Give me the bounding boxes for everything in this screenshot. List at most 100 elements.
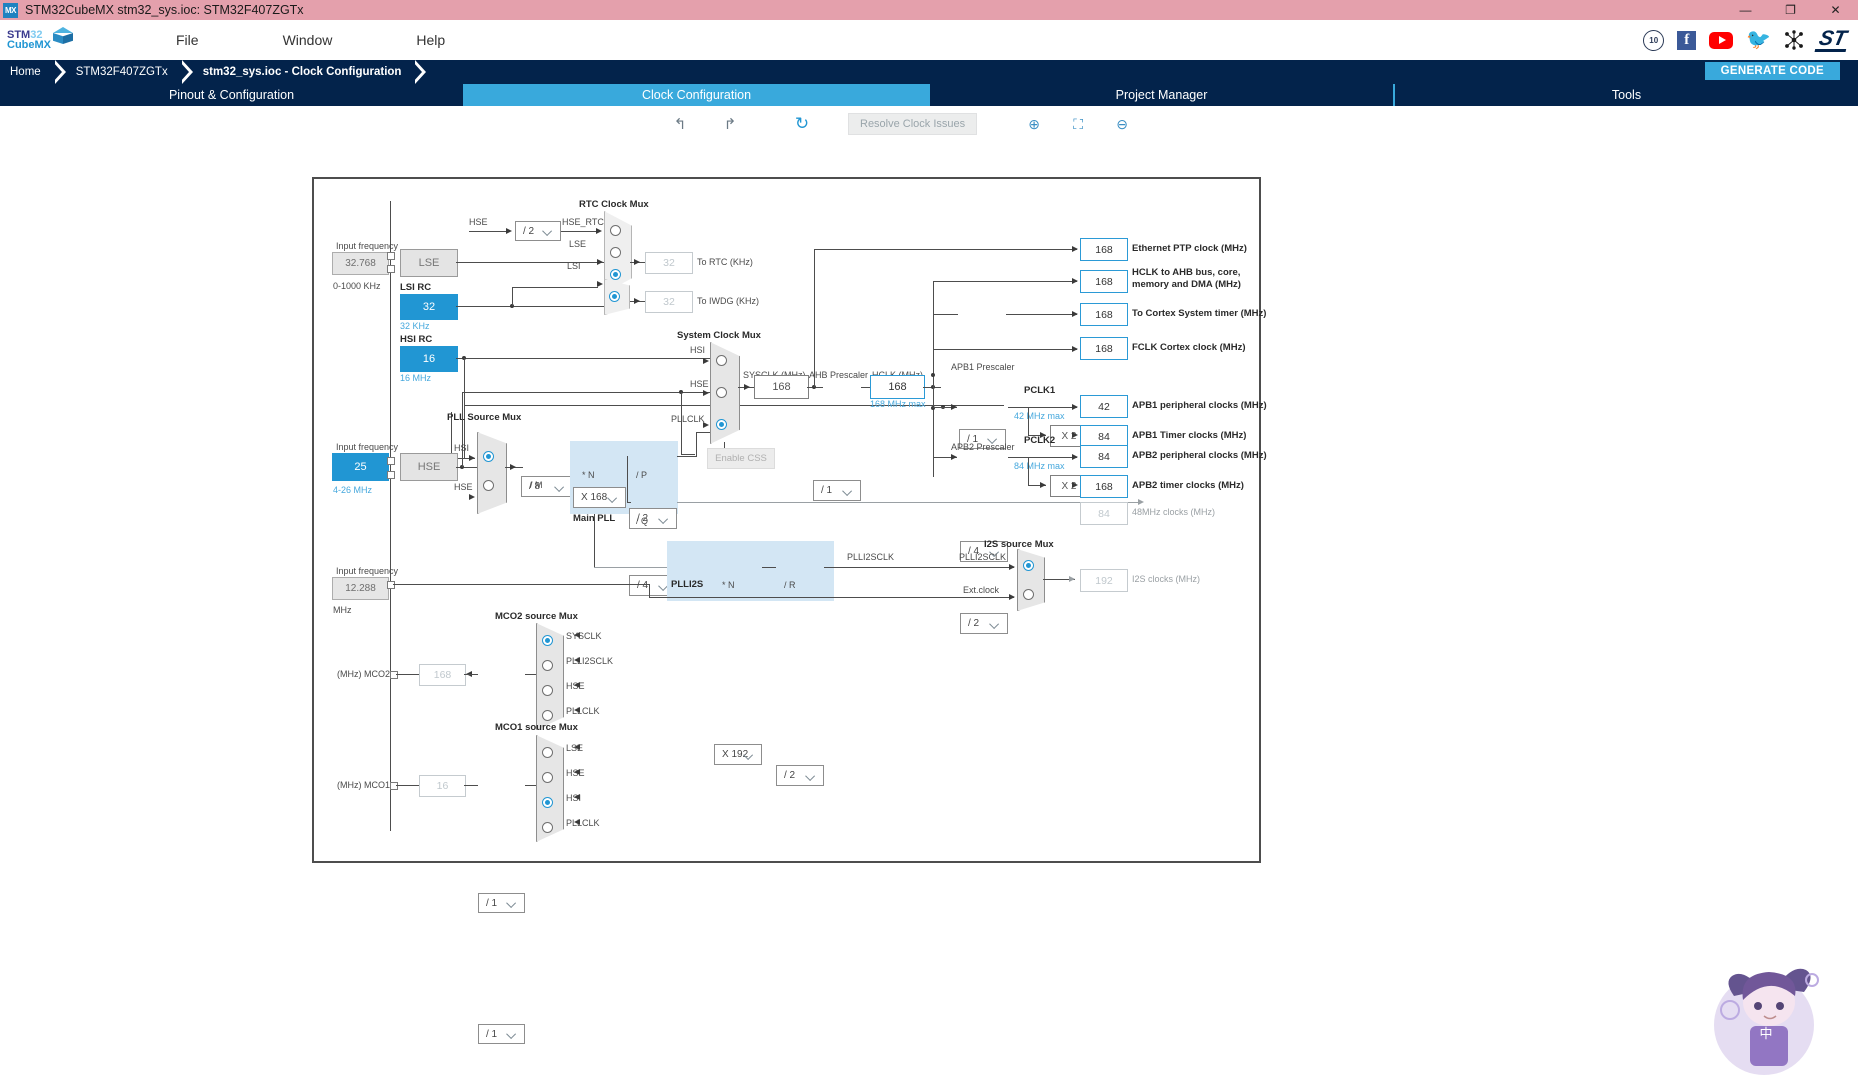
breadcrumb-label: STM32F407ZGTx: [75, 66, 168, 78]
mco2-divider-select[interactable]: / 1: [478, 893, 525, 913]
youtube-icon[interactable]: [1709, 31, 1734, 49]
sysmux-option-pllclk[interactable]: [716, 419, 727, 430]
output-hclk-value[interactable]: 168: [1080, 270, 1128, 293]
wire: [396, 674, 419, 675]
hsi-value-field[interactable]: 16: [400, 346, 458, 372]
hse-pin-1: [387, 457, 395, 465]
output-apb2-timer-value[interactable]: 168: [1080, 475, 1128, 498]
pll-mux-option-hsi[interactable]: [483, 451, 494, 462]
rtc-mux-option-lse[interactable]: [610, 247, 621, 258]
rtc-mux-lsi-label: LSI: [567, 261, 581, 271]
mco2-option-plli2sclk[interactable]: [542, 660, 553, 671]
menu-file[interactable]: File: [168, 28, 207, 52]
sysmux-option-hse[interactable]: [716, 387, 727, 398]
close-button[interactable]: ✕: [1813, 0, 1858, 20]
lsi-value-field[interactable]: 32: [400, 294, 458, 320]
hse-oscillator-box[interactable]: HSE: [400, 453, 458, 481]
wire-arrow: [469, 454, 475, 461]
i2s-mux-option-extclock[interactable]: [1023, 589, 1034, 600]
refresh-icon[interactable]: ↻: [790, 113, 814, 135]
anniversary-badge-icon[interactable]: 10: [1643, 29, 1665, 51]
mco1-option-hse[interactable]: [542, 772, 553, 783]
apb2-prescaler-select[interactable]: / 2: [960, 613, 1008, 634]
tab-clock-configuration[interactable]: Clock Configuration: [465, 84, 928, 106]
pclk2-label: PCLK2: [1024, 435, 1056, 446]
resolve-clock-issues-button[interactable]: Resolve Clock Issues: [848, 113, 978, 135]
undo-icon[interactable]: ↰: [668, 113, 692, 135]
enable-css-button[interactable]: Enable CSS: [707, 448, 775, 469]
mco2-option-pllclk[interactable]: [542, 710, 553, 721]
wire: [677, 456, 697, 457]
rtc-mux-option-hse-rtc[interactable]: [610, 225, 621, 236]
wire-arrow: [506, 227, 512, 234]
to-rtc-value: 32: [645, 252, 693, 274]
tab-tools[interactable]: Tools: [1395, 84, 1858, 106]
output-cortex-systimer-value[interactable]: 168: [1080, 303, 1128, 326]
mco2-label-sysclk: SYSCLK: [566, 631, 602, 641]
menu-help[interactable]: Help: [408, 28, 453, 52]
output-apb1-peripheral-value[interactable]: 42: [1080, 395, 1128, 418]
menu-window[interactable]: Window: [275, 28, 341, 52]
mco2-option-sysclk[interactable]: [542, 635, 553, 646]
breadcrumb-item-mcu[interactable]: STM32F407ZGTx: [66, 60, 193, 84]
mco1-divider-select[interactable]: / 1: [478, 1024, 525, 1044]
zoom-fit-icon[interactable]: ⛶: [1065, 116, 1091, 133]
wire-arrow: [1072, 431, 1078, 438]
hclk-value-field[interactable]: 168: [870, 375, 925, 399]
sysclk-value-field[interactable]: 168: [754, 375, 809, 399]
breadcrumb-item-home[interactable]: Home: [0, 60, 66, 84]
wire-arrow: [574, 743, 580, 750]
mco2-option-hse[interactable]: [542, 685, 553, 696]
mco1-option-hsi[interactable]: [542, 797, 553, 808]
zoom-in-icon[interactable]: ⊕: [1021, 116, 1047, 133]
mco1-option-lse[interactable]: [542, 747, 553, 758]
main-pll-title: Main PLL: [573, 513, 616, 524]
wire-arrow: [574, 681, 580, 688]
pll-m-divider-select[interactable]: / 8: [521, 476, 573, 497]
community-icon[interactable]: [1784, 30, 1804, 50]
generate-code-button[interactable]: GENERATE CODE: [1704, 62, 1840, 80]
hse-range-label: 4-26 MHz: [333, 485, 373, 495]
output-ethernet-ptp-value[interactable]: 168: [1080, 238, 1128, 261]
tab-project-manager[interactable]: Project Manager: [930, 84, 1393, 106]
facebook-icon[interactable]: f: [1677, 30, 1697, 50]
pll-mux-option-hse[interactable]: [483, 480, 494, 491]
output-apb2-peripheral-label: APB2 peripheral clocks (MHz): [1132, 450, 1267, 461]
mco1-option-pllclk[interactable]: [542, 822, 553, 833]
minimize-button[interactable]: —: [1723, 0, 1768, 20]
rtc-mux-option-lsi[interactable]: [610, 269, 621, 280]
sysmux-option-hsi[interactable]: [716, 355, 727, 366]
lse-oscillator-box[interactable]: LSE: [400, 249, 458, 277]
hse-rtc-divider-select[interactable]: / 2: [515, 221, 561, 241]
pll-source-mux[interactable]: [477, 432, 507, 514]
i2s-mux-option-plli2sclk[interactable]: [1023, 560, 1034, 571]
wire-arrow: [596, 227, 602, 234]
twitter-icon[interactable]: 🐦: [1746, 30, 1771, 50]
ahb-prescaler-select[interactable]: / 1: [813, 480, 861, 501]
hclk-max-label: 168 MHz max: [870, 399, 926, 409]
wire-arrow: [574, 631, 580, 638]
wire: [456, 262, 604, 263]
mco1-value-field: 16: [419, 775, 466, 797]
i2s-input-frequency-field[interactable]: 12.288: [332, 577, 389, 600]
output-apb2-peripheral-value[interactable]: 84: [1080, 445, 1128, 468]
tab-pinout-configuration[interactable]: Pinout & Configuration: [0, 84, 463, 106]
lse-input-frequency-field[interactable]: 32.768: [332, 252, 389, 275]
pll-n-multiplier-select[interactable]: X 168: [573, 487, 626, 508]
redo-icon[interactable]: ↱: [718, 113, 742, 135]
hse-input-frequency-field[interactable]: 25: [332, 453, 389, 481]
wire-arrow: [1072, 277, 1078, 284]
plli2s-n-multiplier-select[interactable]: X 192: [714, 744, 762, 765]
plli2s-r-divider-select[interactable]: / 2: [776, 765, 824, 786]
i2s-source-mux[interactable]: [1017, 549, 1045, 611]
chevron-right-icon: [52, 60, 66, 84]
wire: [456, 306, 604, 307]
breadcrumb-item-current[interactable]: stm32_sys.ioc - Clock Configuration: [193, 60, 427, 84]
zoom-out-icon[interactable]: ⊖: [1109, 116, 1135, 133]
maximize-button[interactable]: ❐: [1768, 0, 1813, 20]
iwdg-mux-option-lsi[interactable]: [609, 291, 620, 302]
clock-tree-canvas[interactable]: Input frequency 32.768 0-1000 KHz LSE HS…: [0, 142, 1858, 1080]
output-fclk-value[interactable]: 168: [1080, 337, 1128, 360]
lse-pin-2: [387, 265, 395, 273]
breadcrumb-label: stm32_sys.ioc - Clock Configuration: [202, 66, 402, 78]
